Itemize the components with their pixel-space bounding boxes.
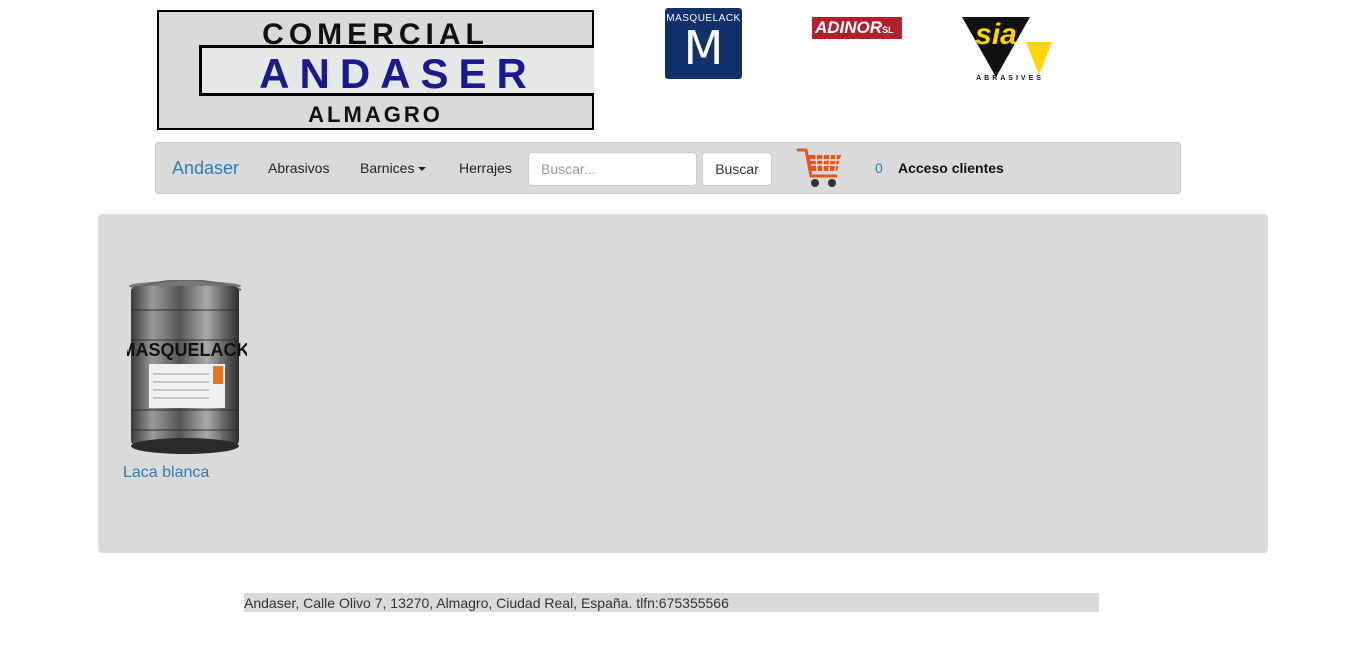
sia-logo-caption: ABRASIVES [976, 75, 1044, 82]
brand-link[interactable]: Andaser [172, 158, 239, 179]
adinor-logo-suffix: SL [882, 25, 894, 35]
logo-band: ANDASER [199, 45, 594, 97]
sia-logo-mark: sia [962, 17, 1052, 77]
masquelack-logo-letter: M [683, 21, 724, 75]
nav-item-barnices[interactable]: Barnices [360, 160, 427, 176]
search-input[interactable] [528, 152, 697, 186]
caret-down-icon [418, 167, 427, 172]
products-panel: MASQUELACK Laca blanca [98, 214, 1268, 553]
clients-access-link[interactable]: Acceso clientes [898, 160, 1004, 176]
adinor-logo-text: ADINOR [815, 18, 883, 37]
adinor-logo[interactable]: ADINORSL [812, 17, 902, 39]
sia-abrasives-logo[interactable]: sia ABRASIVES [960, 17, 1054, 89]
cart-count[interactable]: 0 [875, 160, 883, 176]
product-image-label: MASQUELACK [127, 340, 247, 360]
logo-line-andaser: ANDASER [259, 50, 537, 97]
shopping-cart-icon[interactable] [796, 146, 844, 190]
nav-item-abrasivos[interactable]: Abrasivos [268, 160, 329, 176]
masquelack-logo[interactable]: MASQUELACK M [665, 8, 742, 79]
nav-item-barnices-label: Barnices [360, 160, 415, 176]
nav-item-herrajes[interactable]: Herrajes [459, 160, 512, 176]
search-button[interactable]: Buscar [702, 152, 772, 186]
main-navbar: Andaser Abrasivos Barnices Herrajes Busc… [155, 142, 1181, 194]
product-link-laca-blanca[interactable]: Laca blanca [123, 464, 209, 482]
svg-text:sia: sia [975, 18, 1017, 51]
footer-address: Andaser, Calle Olivo 7, 13270, Almagro, … [244, 593, 1099, 612]
comercial-andaser-logo[interactable]: COMERCIAL ANDASER ALMAGRO [157, 10, 594, 130]
logo-line-almagro: ALMAGRO [308, 102, 443, 127]
product-image[interactable]: MASQUELACK [127, 280, 247, 460]
